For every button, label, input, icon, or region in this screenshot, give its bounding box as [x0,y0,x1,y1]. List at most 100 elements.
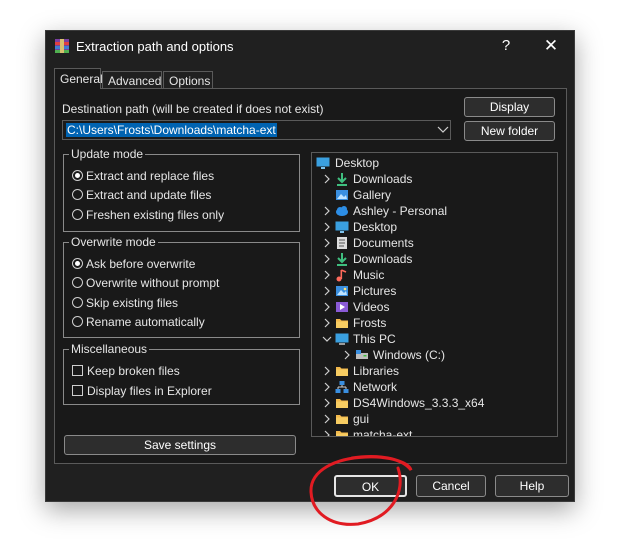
tree-item-label: Network [353,380,398,394]
radio-label: Extract and replace files [86,169,215,183]
radio-extract-replace[interactable]: Extract and replace files [72,168,214,184]
computer-icon [335,333,349,345]
chevron-right-icon[interactable] [322,366,332,376]
winrar-app-icon [55,39,69,53]
folder-icon [336,431,348,436]
chevron-right-icon[interactable] [322,222,332,232]
chevron-right-icon[interactable] [322,318,332,328]
cancel-button[interactable]: Cancel [416,475,486,497]
chevron-right-icon[interactable] [342,350,352,360]
music-icon [336,269,347,282]
chevron-down-icon[interactable] [322,334,332,344]
extraction-dialog: Extraction path and options ? ✕ General … [45,30,575,502]
chevron-right-icon[interactable] [322,414,332,424]
checkbox-display-files-explorer[interactable]: Display files in Explorer [72,383,212,399]
radio-label: Skip existing files [86,296,179,310]
chevron-right-icon[interactable] [322,398,332,408]
radio-icon [72,209,83,221]
radio-label: Freshen existing files only [86,208,225,222]
tree-item-label: Gallery [353,188,392,202]
radio-selected-icon [72,170,83,182]
checkbox-label: Keep broken files [87,364,180,378]
tree-item-label: Downloads [353,172,413,186]
chevron-right-icon[interactable] [322,286,332,296]
display-button[interactable]: Display [464,97,555,117]
checkbox-keep-broken-files[interactable]: Keep broken files [72,363,180,379]
destination-path-value: C:\Users\Frosts\Downloads\matcha-ext [66,123,277,137]
close-icon: ✕ [543,36,559,55]
checkbox-icon [72,385,83,397]
tree-item-label: Downloads [353,252,413,266]
chevron-right-icon[interactable] [322,174,332,184]
pictures-icon [336,286,348,296]
folder-icon [336,367,348,376]
help-button[interactable]: Help [495,475,569,497]
destination-path-input[interactable]: C:\Users\Frosts\Downloads\matcha-ext [62,120,451,140]
overwrite-mode-group: Overwrite mode Ask before overwrite Over… [63,235,300,338]
radio-icon [72,189,83,201]
chevron-down-icon[interactable] [435,120,451,140]
new-folder-button[interactable]: New folder [464,121,555,141]
radio-icon [72,277,83,289]
folder-icon [336,399,348,408]
update-mode-group: Update mode Extract and replace files Ex… [63,147,300,232]
ok-button[interactable]: OK [334,475,407,497]
desktop-icon [335,221,349,233]
radio-label: Overwrite without prompt [86,276,220,290]
radio-icon [72,297,83,309]
tree-item-label: gui [353,412,370,426]
tree-item-label: Videos [353,300,390,314]
title-bar: Extraction path and options ? ✕ [46,31,574,61]
chevron-right-icon[interactable] [322,238,332,248]
videos-icon [336,302,348,312]
chevron-right-icon[interactable] [322,206,332,216]
download-arrow-icon [337,173,347,186]
tab-advanced[interactable]: Advanced [102,71,162,89]
close-button[interactable]: ✕ [531,31,571,61]
tree-item-label: Music [353,268,385,282]
chevron-right-icon[interactable] [322,302,332,312]
radio-label: Extract and update files [86,188,212,202]
radio-ask-before-overwrite[interactable]: Ask before overwrite [72,256,195,272]
tree-item-label: Pictures [353,284,397,298]
radio-label: Ask before overwrite [86,257,196,271]
gallery-icon [336,190,348,200]
radio-extract-update[interactable]: Extract and update files [72,187,211,203]
tree-item-label: Ashley - Personal [353,204,448,218]
tree-item-label: Libraries [353,364,400,378]
chevron-right-icon[interactable] [322,382,332,392]
chevron-right-icon[interactable] [322,270,332,280]
tree-item-label: Documents [353,236,414,250]
chevron-right-icon[interactable] [322,430,332,437]
tree-item-label: Desktop [353,220,398,234]
tab-general[interactable]: General [54,68,103,89]
save-settings-button[interactable]: Save settings [64,435,296,455]
radio-skip-existing[interactable]: Skip existing files [72,295,178,311]
cloud-icon [336,206,348,216]
destination-path-label: Destination path (will be created if doe… [62,102,324,116]
radio-label: Rename automatically [86,315,205,329]
tree-item-label: DS4Windows_3.3.3_x64 [353,396,485,410]
drive-icon [356,350,368,359]
radio-freshen-existing[interactable]: Freshen existing files only [72,207,224,223]
tree-item-label: matcha-ext [353,428,413,437]
folder-icon [336,415,348,424]
tab-options[interactable]: Options [163,71,213,89]
tree-item-label: Windows (C:) [373,348,446,362]
documents-icon [337,237,347,249]
desktop-icon [316,157,330,169]
checkbox-icon [72,365,83,377]
radio-overwrite-without-prompt[interactable]: Overwrite without prompt [72,275,219,291]
radio-rename-automatically[interactable]: Rename automatically [72,314,205,330]
radio-selected-icon [72,258,83,270]
title-help-button[interactable]: ? [486,31,526,61]
folder-tree[interactable]: Desktop Downloads Gallery Ashley - Persona… [311,152,558,437]
network-icon [335,381,349,393]
chevron-right-icon[interactable] [322,254,332,264]
miscellaneous-title: Miscellaneous [69,342,150,356]
tree-item-label: Frosts [353,316,387,330]
window-title: Extraction path and options [76,39,234,54]
radio-icon [72,316,83,328]
miscellaneous-group: Miscellaneous Keep broken files Display … [63,342,300,405]
update-mode-title: Update mode [69,147,146,161]
